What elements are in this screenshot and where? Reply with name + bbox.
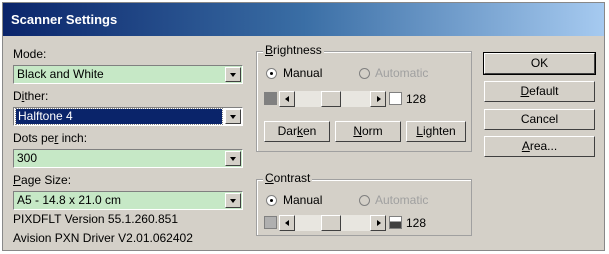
- contrast-value: 128: [406, 216, 427, 230]
- scroll-right-icon[interactable]: [370, 215, 386, 231]
- dither-label: Dither:: [13, 89, 49, 103]
- cancel-button[interactable]: Cancel: [484, 109, 595, 130]
- mode-value: Black and White: [17, 67, 104, 81]
- contrast-legend: Contrast: [263, 171, 313, 185]
- contrast-manual-radio[interactable]: [266, 195, 277, 206]
- dither-select[interactable]: Halftone 4: [13, 107, 243, 126]
- scroll-right-icon[interactable]: [370, 91, 386, 107]
- page-size-label: Page Size:: [13, 173, 72, 187]
- contrast-slider-thumb[interactable]: [321, 215, 341, 231]
- chevron-down-icon[interactable]: [225, 67, 241, 82]
- dither-value: Halftone 4: [15, 108, 223, 125]
- contrast-low-swatch: [264, 216, 277, 229]
- dpi-value: 300: [17, 151, 38, 165]
- darken-button[interactable]: Darken: [264, 121, 330, 142]
- scroll-left-icon[interactable]: [279, 91, 295, 107]
- contrast-automatic-radio: [359, 195, 370, 206]
- ok-button[interactable]: OK: [483, 52, 596, 75]
- window-title: Scanner Settings: [3, 3, 604, 36]
- page-size-select[interactable]: A5 - 14.8 x 21.0 cm: [13, 191, 243, 210]
- brightness-automatic-radio: [359, 68, 370, 79]
- brightness-automatic-label: Automatic: [375, 66, 429, 80]
- contrast-slider[interactable]: [279, 215, 386, 231]
- contrast-high-swatch: [389, 216, 402, 229]
- lighten-button[interactable]: Lighten: [406, 121, 466, 142]
- driver-text: Avision PXN Driver V2.01.062402: [13, 231, 193, 245]
- dpi-select[interactable]: 300: [13, 149, 243, 168]
- brightness-manual-radio[interactable]: [266, 68, 277, 79]
- contrast-automatic-label: Automatic: [375, 193, 429, 207]
- brightness-slider-thumb[interactable]: [321, 91, 341, 107]
- page-size-value: A5 - 14.8 x 21.0 cm: [17, 193, 122, 207]
- default-button[interactable]: Default: [484, 81, 595, 102]
- brightness-manual-label: Manual: [283, 66, 323, 80]
- area-button[interactable]: Area...: [484, 136, 595, 157]
- scroll-left-icon[interactable]: [279, 215, 295, 231]
- brightness-light-swatch: [389, 92, 402, 105]
- mode-select[interactable]: Black and White: [13, 65, 243, 84]
- brightness-legend: Brightness: [263, 43, 324, 57]
- chevron-down-icon[interactable]: [225, 151, 241, 166]
- scanner-settings-window: Scanner Settings Mode: Black and White D…: [2, 2, 605, 251]
- brightness-slider[interactable]: [279, 91, 386, 107]
- brightness-dark-swatch: [264, 92, 277, 105]
- contrast-manual-label: Manual: [283, 193, 323, 207]
- norm-button[interactable]: Norm: [335, 121, 401, 142]
- dpi-label: Dots per inch:: [13, 131, 88, 145]
- brightness-value: 128: [406, 92, 427, 106]
- mode-label: Mode:: [13, 47, 47, 61]
- chevron-down-icon[interactable]: [225, 193, 241, 208]
- version-text: PIXDFLT Version 55.1.260.851: [13, 212, 178, 226]
- chevron-down-icon[interactable]: [225, 109, 241, 124]
